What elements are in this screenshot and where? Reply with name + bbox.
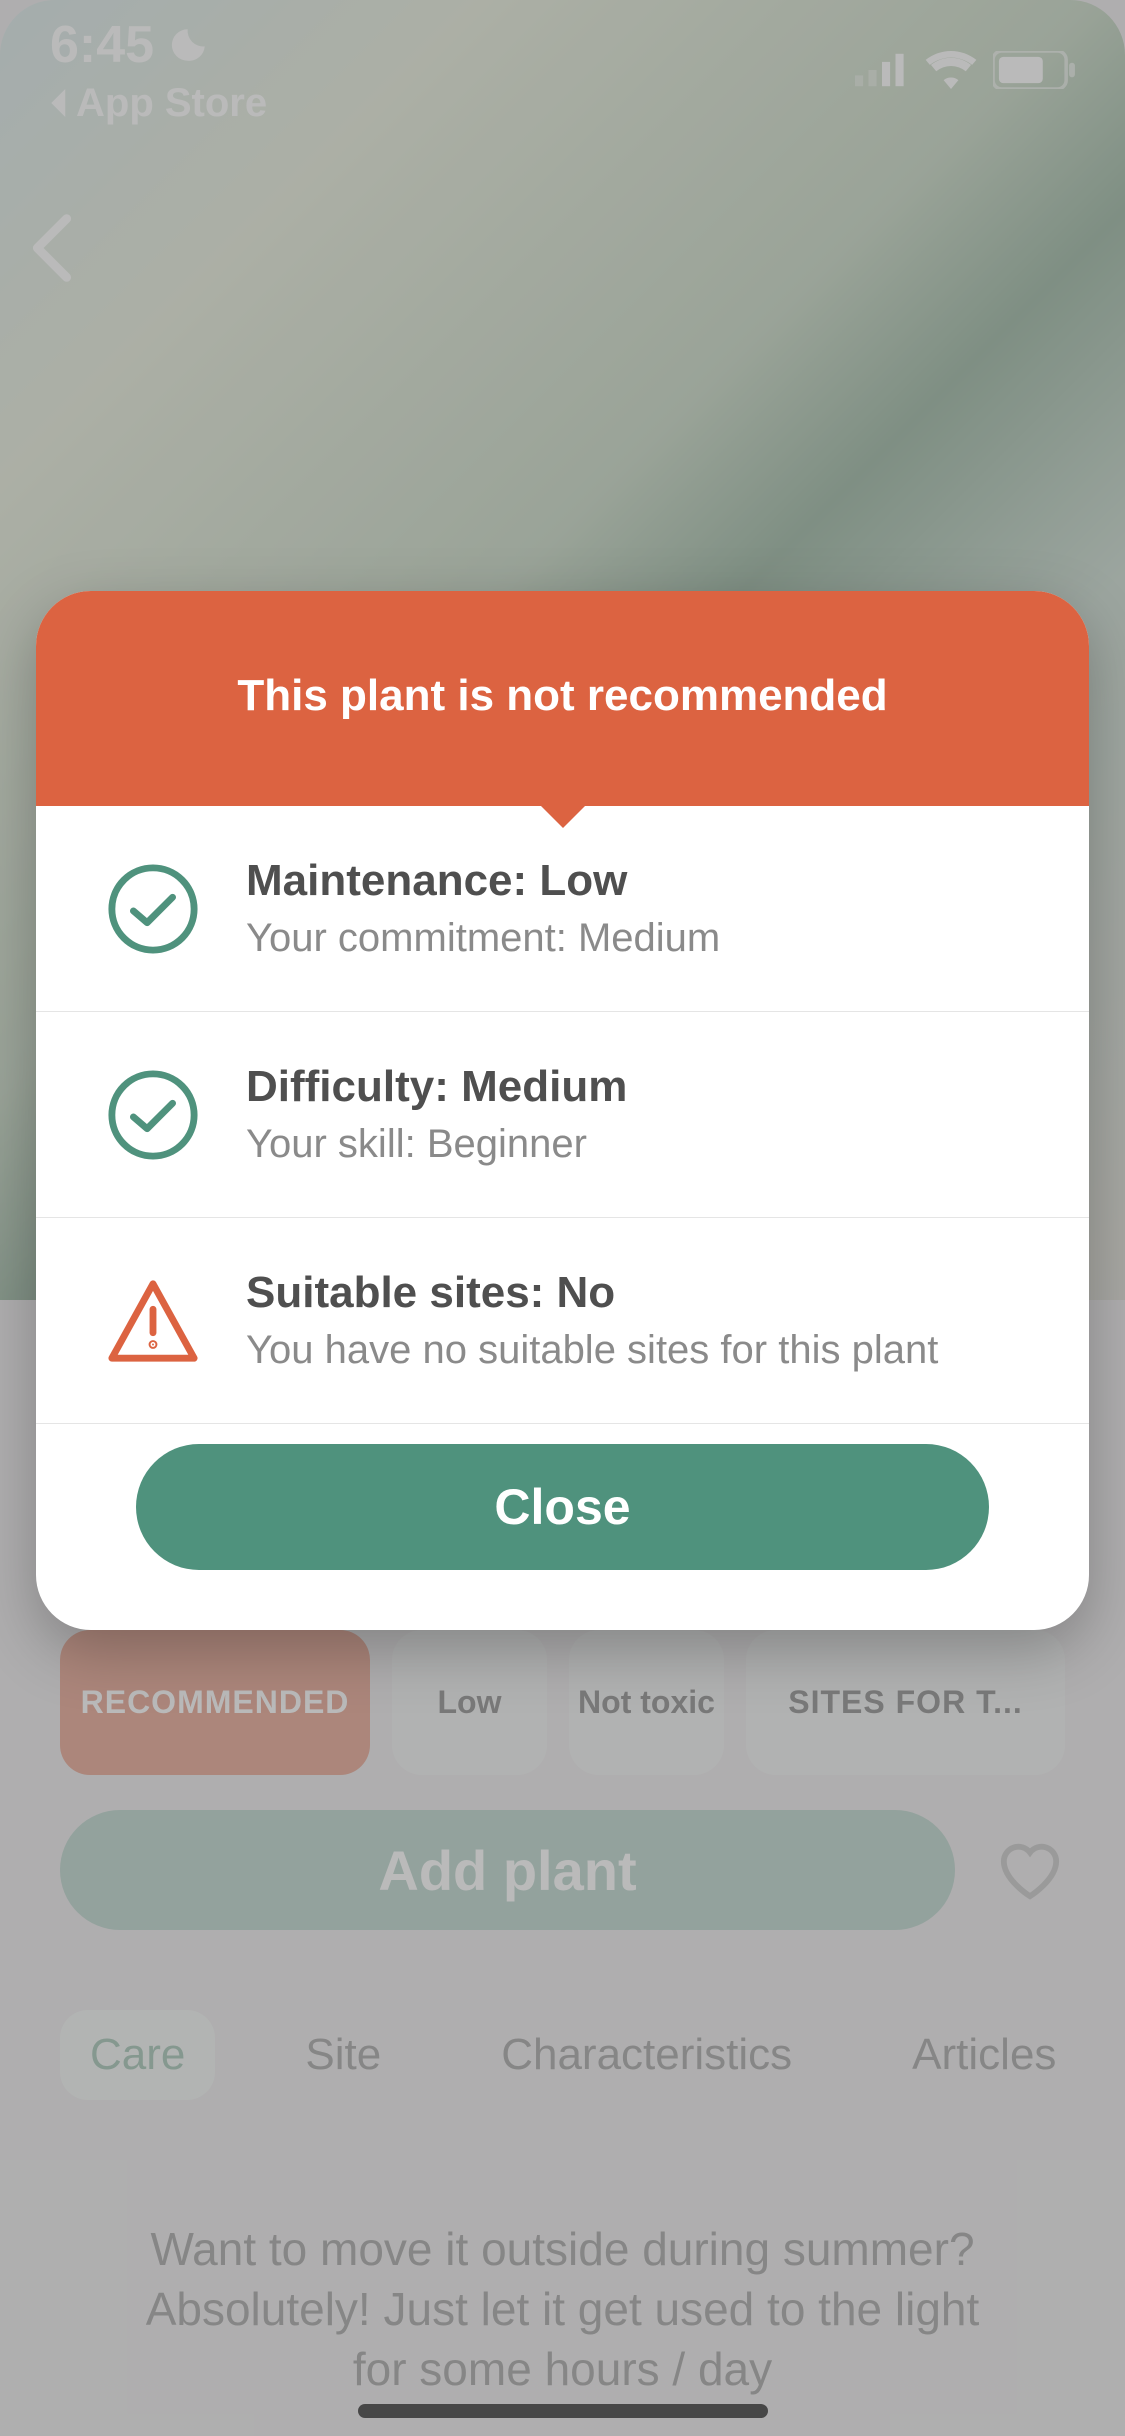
modal-row-difficulty: Difficulty: Medium Your skill: Beginner xyxy=(36,1012,1089,1218)
row-title: Difficulty: Medium xyxy=(246,1062,627,1112)
row-title: Maintenance: Low xyxy=(246,856,720,906)
row-title: Suitable sites: No xyxy=(246,1268,938,1318)
row-subtitle: Your skill: Beginner xyxy=(246,1122,627,1167)
recommendation-modal: This plant is not recommended Maintenanc… xyxy=(36,591,1089,1630)
modal-row-sites: Suitable sites: No You have no suitable … xyxy=(36,1218,1089,1424)
modal-row-maintenance: Maintenance: Low Your commitment: Medium xyxy=(36,806,1089,1012)
warning-triangle-icon xyxy=(106,1274,200,1368)
check-circle-icon xyxy=(106,1068,200,1162)
modal-title: This plant is not recommended xyxy=(36,591,1089,806)
row-subtitle: Your commitment: Medium xyxy=(246,916,720,961)
check-circle-icon xyxy=(106,862,200,956)
close-button[interactable]: Close xyxy=(136,1444,989,1570)
row-subtitle: You have no suitable sites for this plan… xyxy=(246,1328,938,1373)
